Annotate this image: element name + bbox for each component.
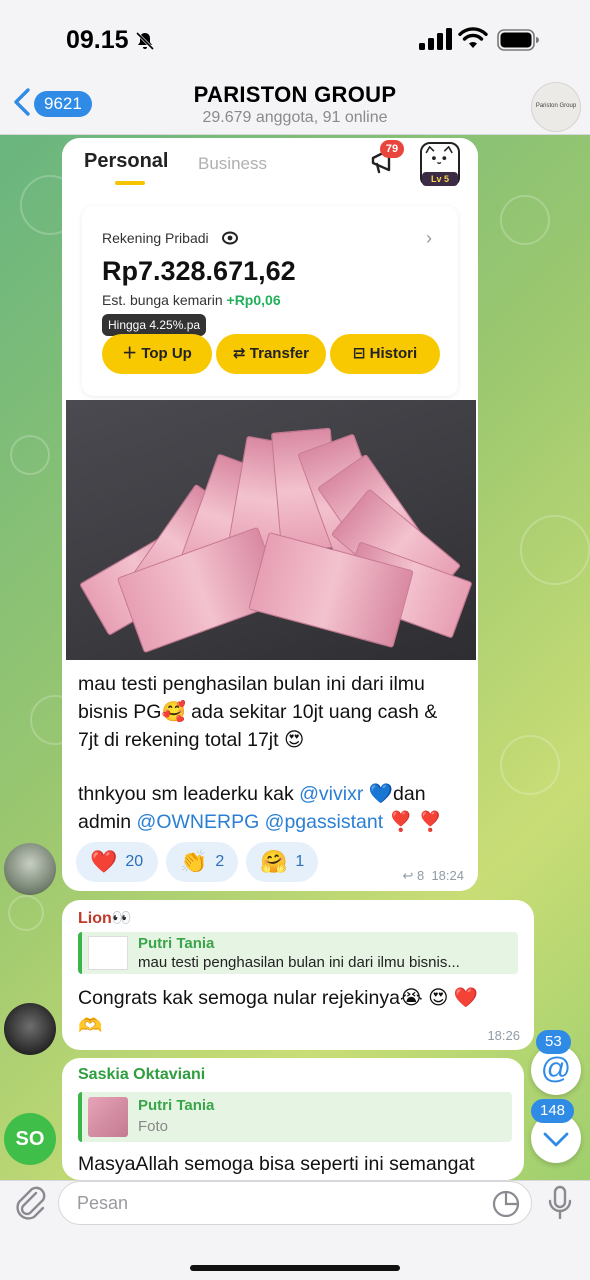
text-segment: ❣️ ❣️ <box>383 811 443 833</box>
reactions: ❤️ 20 👏 2 🤗 1 <box>76 842 376 882</box>
reaction-hug[interactable]: 🤗 1 <box>246 842 318 882</box>
banking-app-screenshot[interactable]: Personal Business 79 Lv 5 Rekening Priba… <box>62 138 478 400</box>
chat-header: 9621 PARISTON GROUP 29.679 anggota, 91 o… <box>0 80 590 135</box>
at-icon: @ <box>540 1052 572 1085</box>
eye-icon <box>222 231 238 245</box>
reply-name: Putri Tania <box>138 935 215 952</box>
sender-avatar-saskia[interactable]: SO <box>4 1113 56 1165</box>
message-input-placeholder: Pesan <box>77 1193 129 1213</box>
topup-label: Top Up <box>141 345 192 362</box>
topup-button: ＋ Top Up <box>102 334 212 374</box>
transfer-arrows-icon: ⇄ <box>233 345 246 362</box>
message-text: Congrats kak semoga nular rejekinya😭 😍 ❤… <box>78 984 518 1040</box>
mention-ownerpg[interactable]: @OWNERPG <box>137 811 260 833</box>
group-avatar[interactable]: Pariston Group <box>531 82 581 132</box>
reply-name: Putri Tania <box>138 1097 215 1114</box>
reaction-count: 1 <box>295 853 305 870</box>
reply-preview[interactable]: Putri Tania mau testi penghasilan bulan … <box>78 932 518 974</box>
reply-text: Foto <box>138 1118 169 1135</box>
hug-emoji: 🤗 <box>260 849 288 874</box>
reaction-clap[interactable]: 👏 2 <box>166 842 238 882</box>
message-input[interactable]: Pesan <box>58 1181 532 1225</box>
clap-emoji: 👏 <box>180 849 208 874</box>
mention-pgassistant[interactable]: @pgassistant <box>265 811 383 833</box>
history-list-icon: ⊟ <box>352 345 366 362</box>
reaction-count: 20 <box>125 853 144 870</box>
account-balance: Rp7.328.671,62 <box>102 256 296 286</box>
transfer-button: ⇄ Transfer <box>216 334 326 374</box>
message-input-bar: Pesan <box>0 1180 590 1280</box>
message-text-line: Congrats kak semoga nular rejekinya😭 😍 ❤… <box>78 987 479 1009</box>
forward-count: 8 <box>416 868 425 883</box>
reply-photo-thumbnail <box>88 1097 128 1137</box>
account-card: Rekening Pribadi › Rp7.328.671,62 Est. b… <box>82 206 458 396</box>
transfer-label: Transfer <box>249 345 309 362</box>
plus-icon: ＋ <box>122 345 138 362</box>
reply-text: mau testi penghasilan bulan ini dari ilm… <box>138 954 460 971</box>
microphone-icon[interactable] <box>546 1185 574 1221</box>
text-segment: admin <box>78 811 137 833</box>
message-text-line: mau testi penghasilan bulan ini dari ilm… <box>78 673 425 695</box>
message-time: 18:24 <box>431 868 464 883</box>
reaction-count: 2 <box>215 853 225 870</box>
message-text-line: 7jt di rekening total 17jt 😍 <box>78 729 305 751</box>
account-label: Rekening Pribadi <box>102 230 209 246</box>
reply-thumbnail <box>88 936 128 970</box>
message-time: 18:26 <box>487 1028 520 1043</box>
chat-subtitle: 29.679 anggota, 91 online <box>202 109 388 126</box>
tab-personal: Personal <box>84 150 169 172</box>
interest-value: +Rp0,06 <box>226 292 281 308</box>
chevron-down-icon <box>543 1132 569 1147</box>
sticker-icon[interactable] <box>491 1189 521 1219</box>
message-bubble-saskia[interactable]: Saskia Oktaviani Putri Tania Foto MasyaA… <box>62 1058 524 1180</box>
message-text-line: bisnis PG🥰 ada sekitar 10jt uang cash & <box>78 701 438 723</box>
unread-count: 148 <box>531 1099 575 1123</box>
level-badge: Lv 5 <box>422 172 458 186</box>
history-button: ⊟ Histori <box>330 334 440 374</box>
message-text-line: 🫶 <box>78 1015 103 1037</box>
mentions-count: 53 <box>536 1030 571 1054</box>
reaction-heart[interactable]: ❤️ 20 <box>76 842 158 882</box>
text-segment: thnkyou sm leaderku kak <box>78 783 300 805</box>
banknotes-photo[interactable] <box>66 400 476 660</box>
sender-avatar-putri[interactable] <box>4 843 56 895</box>
tab-active-underline <box>115 181 145 185</box>
message-meta: ↩ 8 18:24 <box>402 868 464 884</box>
reply-preview[interactable]: Putri Tania Foto <box>78 1092 512 1142</box>
message-text-line: thnkyou sm leaderku kak @vivixr 💙dan <box>78 780 426 808</box>
sender-name[interactable]: Saskia Oktaviani <box>78 1066 205 1084</box>
chevron-right-icon: › <box>426 228 432 248</box>
message-bubble-putri[interactable]: Personal Business 79 Lv 5 Rekening Priba… <box>62 138 478 891</box>
rate-tooltip: Hingga 4.25%.pa <box>102 314 207 336</box>
message-text: MasyaAllah semoga bisa seperti ini seman… <box>78 1153 475 1175</box>
cellular-signal-icon <box>419 28 452 50</box>
bell-muted-icon <box>135 31 155 51</box>
interest-label: Est. bunga kemarin <box>102 292 223 308</box>
tab-business: Business <box>198 154 267 173</box>
history-label: Histori <box>369 345 418 362</box>
chat-title[interactable]: PARISTON GROUP <box>0 82 590 108</box>
message-text-line: admin @OWNERPG @pgassistant ❣️ ❣️ <box>78 808 443 836</box>
status-bar: 09.15 <box>0 0 590 80</box>
text-segment: 💙dan <box>363 783 426 805</box>
battery-icon <box>497 29 539 51</box>
status-time: 09.15 <box>66 26 129 54</box>
interest-row: Est. bunga kemarin +Rp0,06 <box>102 292 281 308</box>
group-avatar-logo-text: Pariston Group <box>535 103 577 109</box>
attach-paperclip-icon[interactable] <box>12 1183 48 1223</box>
sender-avatar-lion[interactable] <box>4 1003 56 1055</box>
message-bubble-lion[interactable]: Lion👀 Putri Tania mau testi penghasilan … <box>62 900 534 1050</box>
wifi-icon <box>458 27 488 48</box>
mention-vivixr[interactable]: @vivixr <box>299 783 363 805</box>
home-indicator <box>190 1265 400 1271</box>
notification-count: 79 <box>380 140 404 158</box>
forward-icon: ↩ <box>402 868 414 883</box>
heart-emoji: ❤️ <box>90 849 118 874</box>
sender-name[interactable]: Lion👀 <box>78 908 132 928</box>
